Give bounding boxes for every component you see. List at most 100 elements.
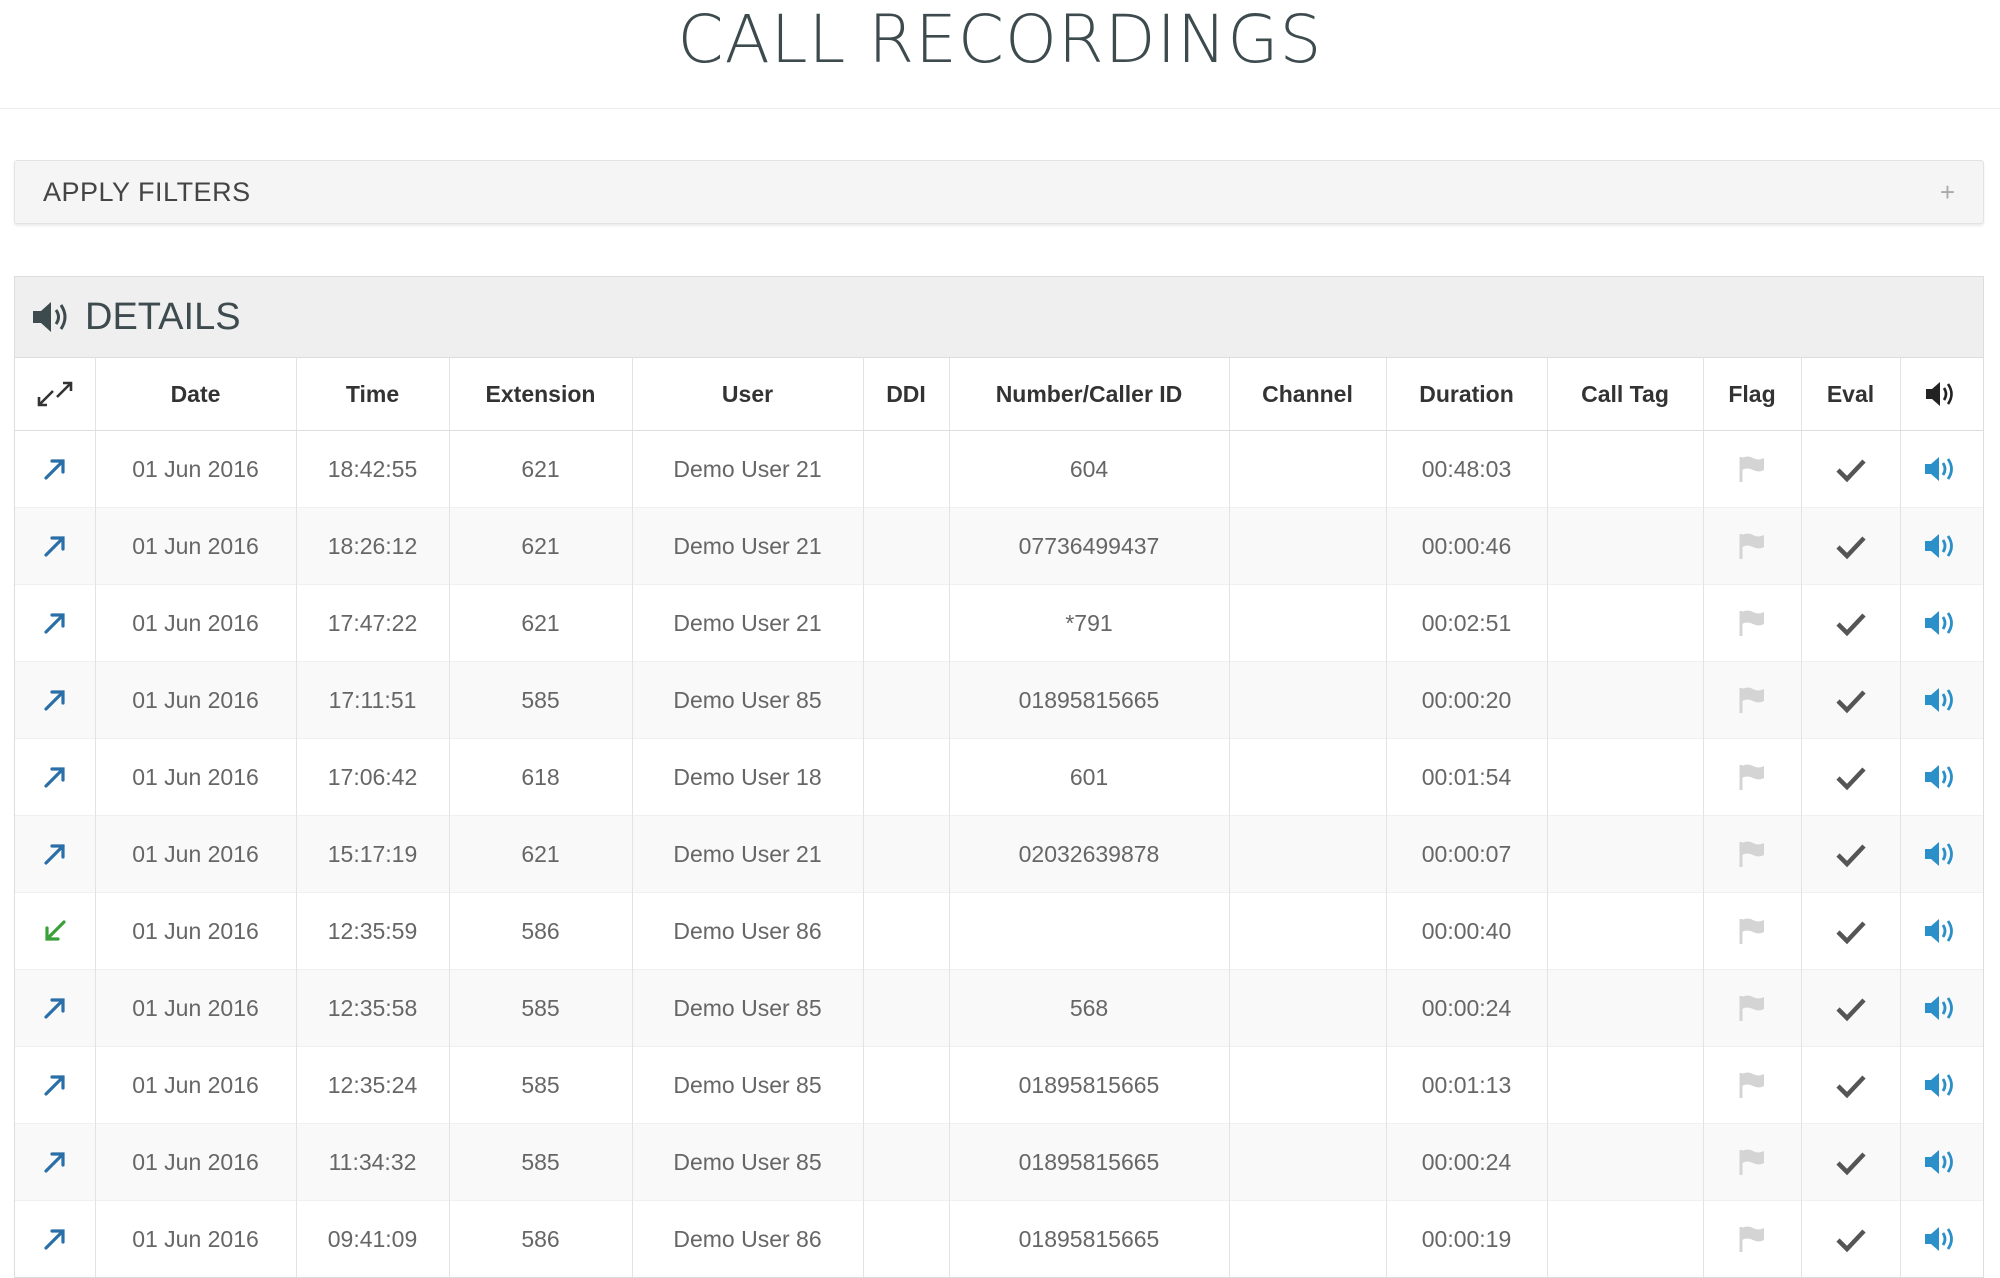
column-header-duration[interactable]: Duration xyxy=(1386,358,1548,431)
arrow-up-right-icon xyxy=(44,536,65,557)
time-cell: 12:35:59 xyxy=(296,892,450,970)
column-header-channel[interactable]: Channel xyxy=(1229,358,1387,431)
flag-icon xyxy=(1739,918,1764,944)
speaker-icon xyxy=(1924,919,1953,943)
flag-cell[interactable] xyxy=(1703,1123,1802,1201)
extension-cell: 621 xyxy=(449,507,633,585)
expand-filters-icon[interactable]: + xyxy=(1940,177,1955,208)
flag-icon xyxy=(1739,610,1764,636)
apply-filters-bar[interactable]: APPLY FILTERS + xyxy=(14,160,1984,224)
column-header-time[interactable]: Time xyxy=(296,358,450,431)
column-header-direction[interactable] xyxy=(15,358,96,431)
table-row[interactable]: 01 Jun 2016 12:35:24 585 Demo User 85 018958… xyxy=(15,1046,1983,1124)
column-header-play xyxy=(1900,358,1983,431)
column-header-flag[interactable]: Flag xyxy=(1703,358,1802,431)
play-recording-button[interactable] xyxy=(1900,1200,1983,1277)
column-header-call-tag[interactable]: Call Tag xyxy=(1547,358,1704,431)
speaker-icon xyxy=(1924,1150,1953,1174)
speaker-icon xyxy=(1924,842,1953,866)
check-icon xyxy=(1835,844,1866,868)
ddi-cell xyxy=(863,815,950,893)
extension-cell: 621 xyxy=(449,584,633,662)
eval-cell[interactable] xyxy=(1801,1200,1901,1277)
table-row[interactable]: 01 Jun 2016 17:47:22 621 Demo User 21 *791 00… xyxy=(15,584,1983,662)
flag-cell[interactable] xyxy=(1703,584,1802,662)
number-cell: 568 xyxy=(949,969,1230,1047)
play-recording-button[interactable] xyxy=(1900,1123,1983,1201)
table-row[interactable]: 01 Jun 2016 12:35:59 586 Demo User 86 00:00:… xyxy=(15,892,1983,970)
play-recording-button[interactable] xyxy=(1900,815,1983,893)
user-cell: Demo User 86 xyxy=(632,892,864,970)
table-row[interactable]: 01 Jun 2016 18:42:55 621 Demo User 21 604 00:… xyxy=(15,430,1983,508)
eval-cell[interactable] xyxy=(1801,1046,1901,1124)
check-icon xyxy=(1835,767,1866,791)
duration-cell: 00:00:19 xyxy=(1386,1200,1548,1277)
table-row[interactable]: 01 Jun 2016 17:06:42 618 Demo User 18 601 00:… xyxy=(15,738,1983,816)
flag-cell[interactable] xyxy=(1703,738,1802,816)
eval-cell[interactable] xyxy=(1801,738,1901,816)
direction-cell xyxy=(15,969,96,1047)
column-header-date[interactable]: Date xyxy=(95,358,297,431)
table-row[interactable]: 01 Jun 2016 09:41:09 586 Demo User 86 018958… xyxy=(15,1200,1983,1277)
flag-cell[interactable] xyxy=(1703,661,1802,739)
play-recording-button[interactable] xyxy=(1900,507,1983,585)
call-tag-cell xyxy=(1547,1200,1704,1277)
column-header-number[interactable]: Number/Caller ID xyxy=(949,358,1230,431)
number-cell: 07736499437 xyxy=(949,507,1230,585)
ddi-cell xyxy=(863,969,950,1047)
eval-cell[interactable] xyxy=(1801,969,1901,1047)
extension-cell: 586 xyxy=(449,892,633,970)
flag-cell[interactable] xyxy=(1703,430,1802,508)
check-icon xyxy=(1835,998,1866,1022)
arrow-up-right-icon xyxy=(44,844,65,865)
flag-cell[interactable] xyxy=(1703,892,1802,970)
play-recording-button[interactable] xyxy=(1900,584,1983,662)
eval-cell[interactable] xyxy=(1801,661,1901,739)
channel-cell xyxy=(1229,507,1387,585)
arrow-down-left-icon xyxy=(45,920,66,941)
number-cell xyxy=(949,892,1230,970)
flag-cell[interactable] xyxy=(1703,507,1802,585)
time-cell: 17:06:42 xyxy=(296,738,450,816)
channel-cell xyxy=(1229,892,1387,970)
call-tag-cell xyxy=(1547,1046,1704,1124)
play-recording-button[interactable] xyxy=(1900,661,1983,739)
play-recording-button[interactable] xyxy=(1900,738,1983,816)
play-recording-button[interactable] xyxy=(1900,969,1983,1047)
direction-cell xyxy=(15,738,96,816)
ddi-cell xyxy=(863,892,950,970)
eval-cell[interactable] xyxy=(1801,430,1901,508)
table-row[interactable]: 01 Jun 2016 11:34:32 585 Demo User 85 018958… xyxy=(15,1123,1983,1201)
flag-icon xyxy=(1739,841,1764,867)
duration-cell: 00:00:24 xyxy=(1386,969,1548,1047)
direction-cell xyxy=(15,1200,96,1277)
flag-cell[interactable] xyxy=(1703,1046,1802,1124)
eval-cell[interactable] xyxy=(1801,507,1901,585)
eval-cell[interactable] xyxy=(1801,892,1901,970)
speaker-icon xyxy=(1924,765,1953,789)
flag-cell[interactable] xyxy=(1703,969,1802,1047)
user-cell: Demo User 21 xyxy=(632,430,864,508)
check-icon xyxy=(1835,536,1866,560)
play-recording-button[interactable] xyxy=(1900,430,1983,508)
table-row[interactable]: 01 Jun 2016 17:11:51 585 Demo User 85 018958… xyxy=(15,661,1983,739)
eval-cell[interactable] xyxy=(1801,1123,1901,1201)
column-header-ddi[interactable]: DDI xyxy=(863,358,950,431)
column-header-user[interactable]: User xyxy=(632,358,864,431)
date-cell: 01 Jun 2016 xyxy=(95,815,297,893)
call-tag-cell xyxy=(1547,892,1704,970)
column-header-extension[interactable]: Extension xyxy=(449,358,633,431)
play-recording-button[interactable] xyxy=(1900,1046,1983,1124)
flag-cell[interactable] xyxy=(1703,815,1802,893)
column-header-eval[interactable]: Eval xyxy=(1801,358,1901,431)
table-row[interactable]: 01 Jun 2016 18:26:12 621 Demo User 21 077364… xyxy=(15,507,1983,585)
arrow-up-right-icon xyxy=(44,1229,65,1250)
eval-cell[interactable] xyxy=(1801,584,1901,662)
eval-cell[interactable] xyxy=(1801,815,1901,893)
table-row[interactable]: 01 Jun 2016 15:17:19 621 Demo User 21 020326… xyxy=(15,815,1983,893)
flag-cell[interactable] xyxy=(1703,1200,1802,1277)
table-row[interactable]: 01 Jun 2016 12:35:58 585 Demo User 85 568 00:… xyxy=(15,969,1983,1047)
extension-cell: 585 xyxy=(449,661,633,739)
flag-icon xyxy=(1739,1226,1764,1252)
play-recording-button[interactable] xyxy=(1900,892,1983,970)
